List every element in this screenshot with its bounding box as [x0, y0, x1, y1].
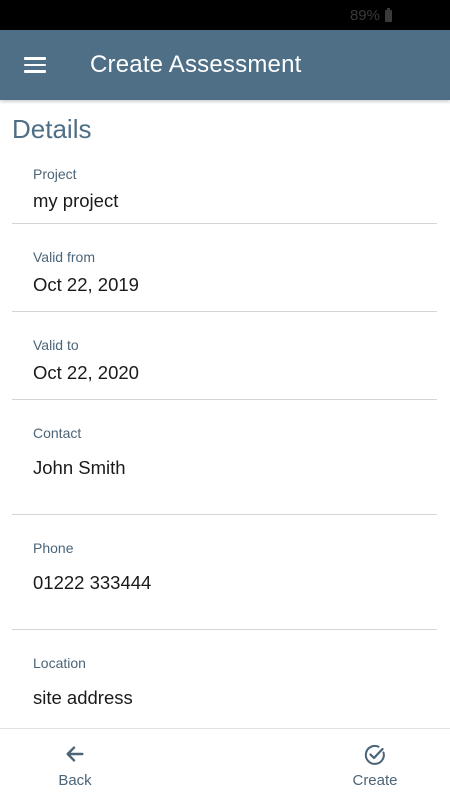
contact-value: John Smith: [33, 457, 126, 478]
project-label: Project: [33, 166, 77, 182]
location-value: site address: [33, 687, 133, 708]
page-title: Create Assessment: [90, 51, 302, 78]
create-button[interactable]: Create: [325, 729, 425, 801]
phone-field[interactable]: Phone 01222 333444: [12, 515, 437, 630]
location-label: Location: [33, 655, 86, 671]
valid-from-label: Valid from: [33, 249, 95, 265]
contact-label: Contact: [33, 425, 82, 441]
status-indicators: 89%: [350, 7, 392, 24]
bottom-navigation: Back Create: [0, 728, 450, 801]
back-button[interactable]: Back: [25, 729, 125, 801]
phone-value: 01222 333444: [33, 572, 152, 593]
section-heading-details: Details: [12, 114, 92, 144]
battery-icon: [385, 7, 392, 22]
phone-label: Phone: [33, 540, 74, 556]
location-field[interactable]: Location site address: [12, 630, 437, 728]
check-circle-icon: [364, 744, 385, 765]
valid-to-label: Valid to: [33, 337, 79, 353]
valid-to-field[interactable]: Valid to Oct 22, 2020: [12, 312, 437, 400]
valid-from-field[interactable]: Valid from Oct 22, 2019: [12, 224, 437, 312]
back-label: Back: [58, 772, 92, 789]
project-value: my project: [33, 190, 119, 211]
menu-button[interactable]: [12, 43, 58, 87]
contact-field[interactable]: Contact John Smith: [12, 400, 437, 515]
app-bar: Create Assessment: [0, 30, 450, 100]
project-field[interactable]: Project my project: [12, 150, 437, 224]
hamburger-menu-icon: [24, 57, 46, 73]
valid-from-value: Oct 22, 2019: [33, 274, 139, 295]
battery-percentage: 89%: [349, 7, 380, 24]
arrow-left-icon: [66, 746, 84, 762]
create-label: Create: [352, 772, 398, 789]
status-bar: 89%: [0, 0, 450, 30]
valid-to-value: Oct 22, 2020: [33, 362, 139, 383]
